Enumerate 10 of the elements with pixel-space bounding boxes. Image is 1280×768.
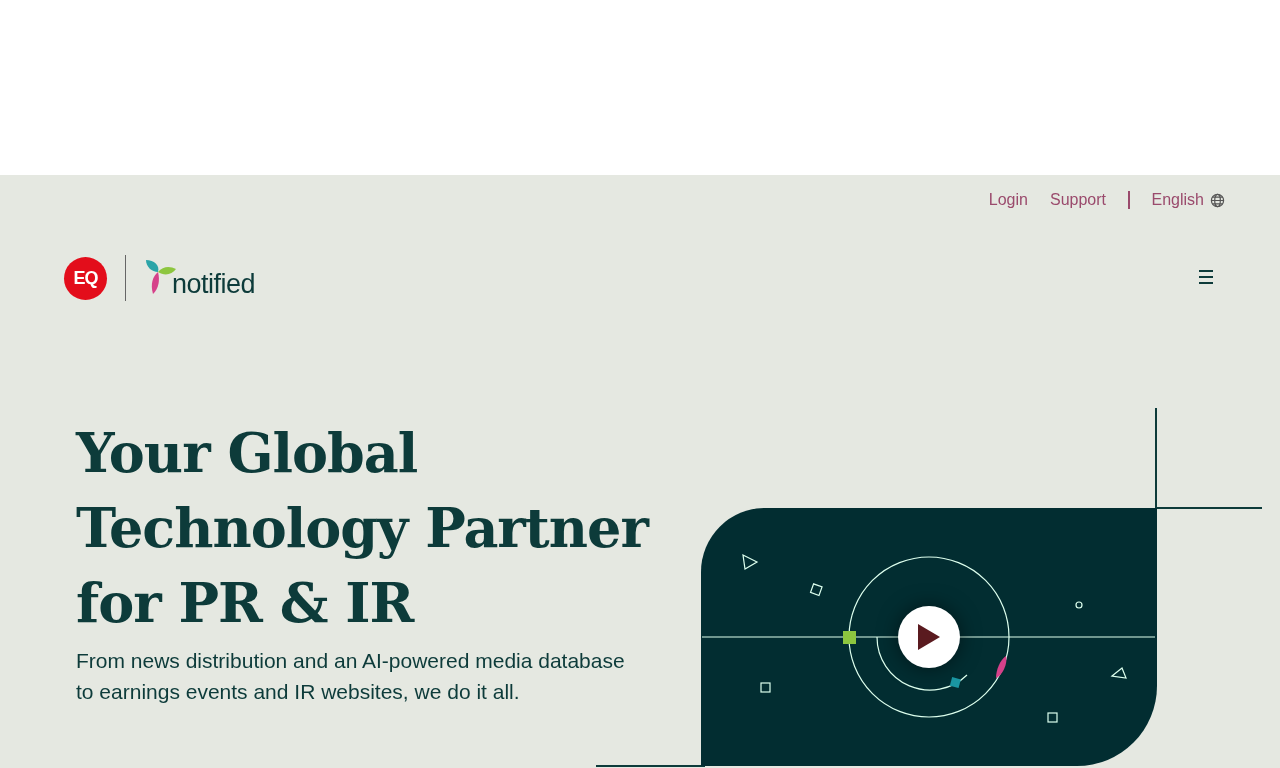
globe-icon[interactable]	[1210, 192, 1225, 208]
eq-logo[interactable]: EQ	[64, 256, 107, 300]
language-link[interactable]: English	[1151, 191, 1204, 209]
brand-name[interactable]: notified	[172, 271, 256, 298]
hero-subtitle: From news distribution and an AI-powered media database to earnings events and IR websites, we do it all.	[76, 648, 626, 705]
nav-link[interactable]: Login	[988, 191, 1028, 209]
hero-title: Your Global Technology Partner for PR & IR	[76, 420, 651, 637]
menu-icon[interactable]	[1199, 269, 1213, 285]
nav-link[interactable]: Support	[1049, 191, 1106, 209]
play-icon[interactable]	[918, 624, 940, 650]
